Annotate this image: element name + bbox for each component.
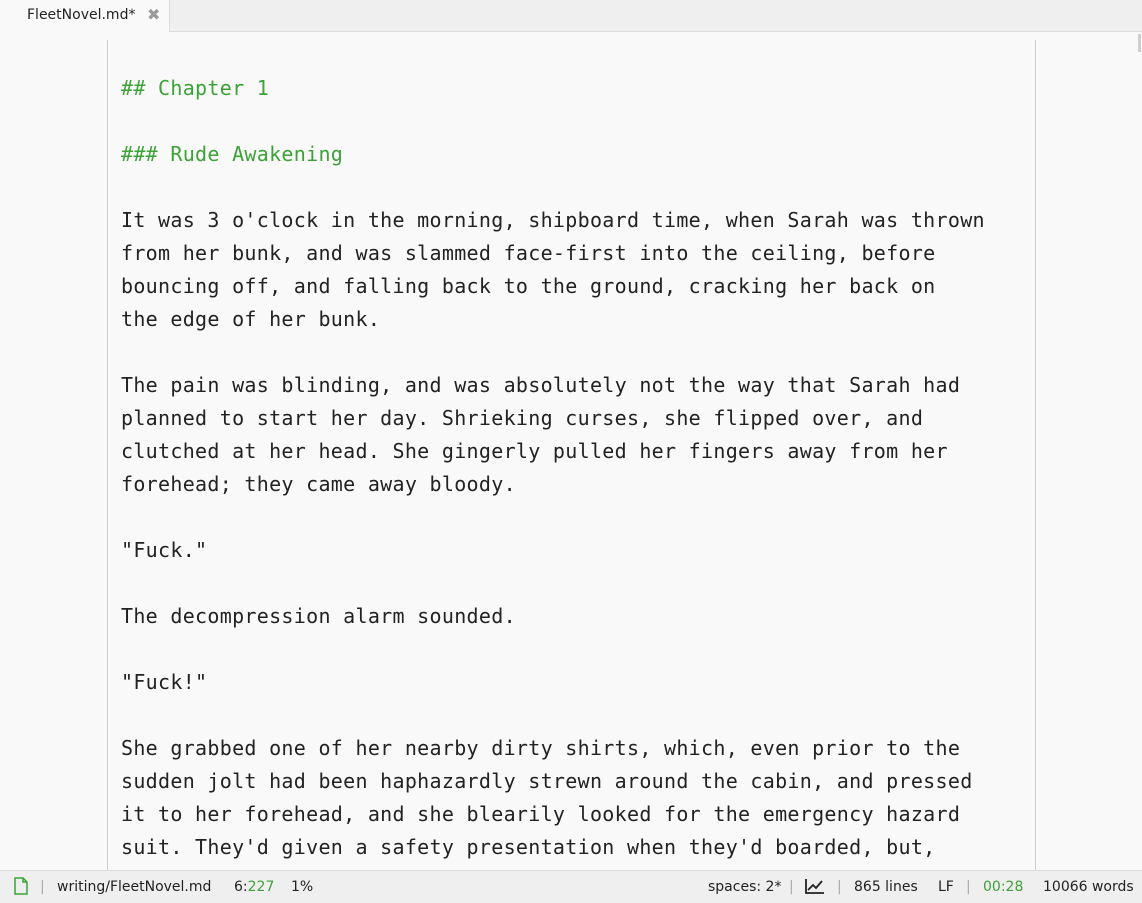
- paragraph-line: It was 3 o'clock in the morning, shipboa…: [121, 208, 985, 232]
- status-bar: | writing/FleetNovel.md 6:227 1% spaces:…: [0, 870, 1142, 903]
- paragraph-line: forehead; they came away bloody.: [121, 472, 516, 496]
- paragraph-line: suit. They'd given a safety presentation…: [121, 835, 936, 859]
- file-icon[interactable]: [13, 877, 29, 899]
- timer[interactable]: 00:28: [983, 879, 1023, 895]
- paragraph-line: The decompression alarm sounded.: [121, 604, 516, 628]
- word-count[interactable]: 10066 words: [1043, 879, 1134, 895]
- document-text[interactable]: ## Chapter 1 ### Rude Awakening It was 3…: [121, 72, 1021, 864]
- close-icon[interactable]: ✖: [147, 5, 160, 24]
- paragraph-line: "Fuck.": [121, 538, 208, 562]
- line-count: 865 lines: [854, 879, 918, 895]
- left-margin-guide: [107, 40, 108, 870]
- paragraph-line: sudden jolt had been haphazardly strewn …: [121, 769, 973, 793]
- heading-chapter: ## Chapter 1: [121, 76, 270, 100]
- heading-section: ### Rude Awakening: [121, 142, 344, 166]
- paragraph-line: The pain was blinding, and was absolutel…: [121, 373, 961, 397]
- tab-fleetnovel[interactable]: FleetNovel.md* ✖: [0, 0, 170, 32]
- right-margin-guide: [1035, 40, 1036, 870]
- cursor-line: 6:: [234, 879, 248, 895]
- chart-icon[interactable]: [805, 878, 825, 898]
- tab-bar: FleetNovel.md* ✖: [0, 0, 1142, 32]
- paragraph-line: "Fuck!": [121, 670, 208, 694]
- line-ending[interactable]: LF: [938, 879, 954, 895]
- cursor-column: 227: [247, 879, 275, 895]
- scroll-percent: 1%: [291, 879, 314, 895]
- scrollbar-thumb[interactable]: [1138, 34, 1141, 52]
- paragraph-line: the edge of her bunk.: [121, 307, 381, 331]
- paragraph-line: bouncing off, and falling back to the gr…: [121, 274, 936, 298]
- status-separator: |: [837, 879, 842, 895]
- paragraph-line: planned to start her day. Shrieking curs…: [121, 406, 924, 430]
- paragraph-line: clutched at her head. She gingerly pulle…: [121, 439, 948, 463]
- indent-setting[interactable]: spaces: 2*: [708, 879, 781, 895]
- cursor-position[interactable]: 6:227: [234, 879, 274, 895]
- status-separator: |: [40, 879, 45, 895]
- status-separator: |: [966, 879, 971, 895]
- file-path[interactable]: writing/FleetNovel.md: [57, 879, 211, 895]
- paragraph-line: She grabbed one of her nearby dirty shir…: [121, 736, 961, 760]
- editor-pane[interactable]: ## Chapter 1 ### Rude Awakening It was 3…: [0, 32, 1142, 870]
- paragraph-line: from her bunk, and was slammed face-firs…: [121, 241, 936, 265]
- tab-title[interactable]: FleetNovel.md*: [27, 7, 135, 23]
- status-separator: |: [789, 879, 794, 895]
- paragraph-line: it to her forehead, and she blearily loo…: [121, 802, 961, 826]
